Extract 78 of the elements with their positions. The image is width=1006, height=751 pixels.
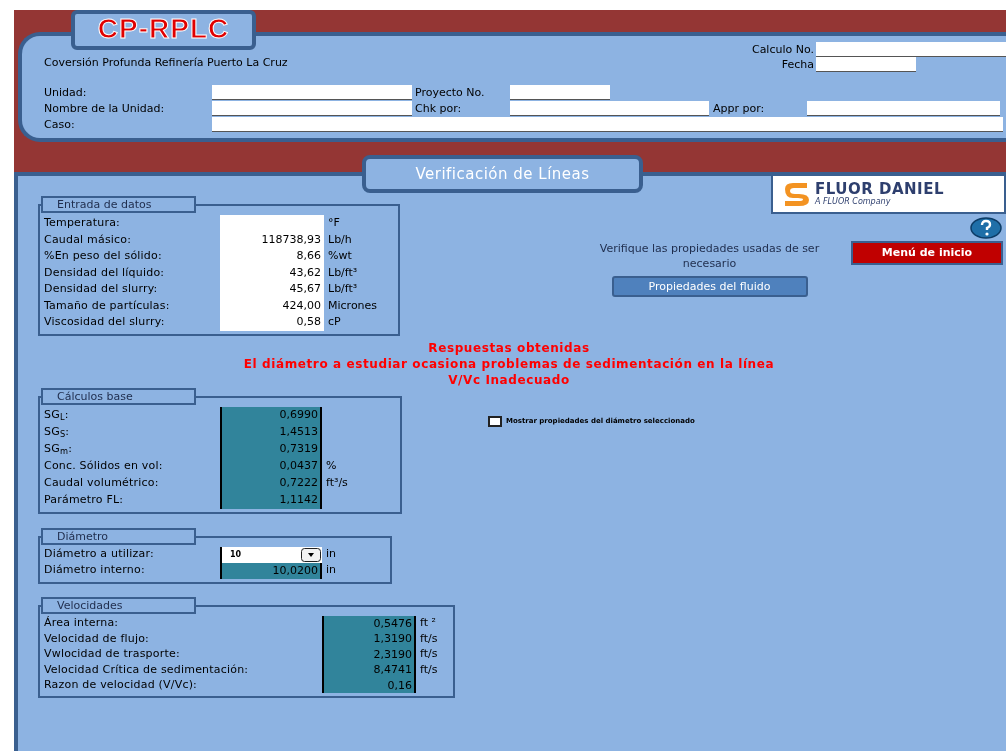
checkbox[interactable] bbox=[488, 415, 502, 427]
unit-label: °F bbox=[328, 215, 340, 231]
input-field[interactable] bbox=[212, 85, 412, 100]
unit-label: Lb/ft³ bbox=[328, 281, 358, 297]
input-field[interactable] bbox=[807, 101, 1000, 116]
logo-name: FLUOR DANIEL bbox=[815, 181, 944, 197]
verify-note: Verifique las propiedades usadas de ser necesario bbox=[598, 241, 821, 271]
field-label: Conc. Sólidos en vol: bbox=[44, 457, 164, 474]
unit-label: Micrones bbox=[328, 297, 378, 314]
field-label: Diámetro a utilizar: bbox=[44, 546, 155, 563]
input-field[interactable] bbox=[212, 117, 1003, 132]
result-message: V/Vc Inadecuado bbox=[448, 371, 570, 388]
fluid-properties-button[interactable]: Propiedades del fluido bbox=[611, 276, 808, 297]
result-message: Respuestas obtenidas bbox=[428, 339, 590, 356]
result-cell: 8,4741 bbox=[322, 662, 416, 678]
field-label: Appr por: bbox=[712, 101, 766, 116]
input-field[interactable]: 45,67 bbox=[220, 281, 324, 298]
input-field[interactable]: 0,58 bbox=[220, 314, 324, 331]
start-menu-button[interactable]: Menú de inicio bbox=[851, 241, 1003, 265]
field-label: SG$_{S}$: bbox=[44, 423, 71, 441]
result-message: El diámetro a estudiar ocasiona problemas de sedimentación en la línea bbox=[243, 355, 775, 372]
field-label: Proyecto No. bbox=[414, 85, 486, 100]
unit-label: ft ² bbox=[420, 615, 436, 631]
field-label: Densidad del líquido: bbox=[44, 264, 166, 281]
section-title: Cálculos base bbox=[41, 387, 196, 405]
field-label: Caudal volumétrico: bbox=[44, 474, 160, 491]
unit-label: Lb/h bbox=[328, 231, 352, 248]
result-cell: 1,3190 bbox=[322, 631, 416, 647]
field-label: Fecha bbox=[781, 57, 814, 72]
unit-label: in bbox=[326, 562, 337, 579]
unit-label: ft/s bbox=[420, 646, 438, 662]
field-label: Razon de velocidad (V/Vc): bbox=[44, 677, 199, 693]
field-label: Unidad: bbox=[44, 85, 88, 100]
unit-label: ft/s bbox=[420, 630, 438, 647]
unit-label: ft/s bbox=[420, 661, 438, 678]
help-icon[interactable] bbox=[970, 217, 1002, 239]
app-title: CP-RPLC bbox=[71, 10, 256, 50]
field-label: Velocidad Crítica de sedimentación: bbox=[44, 661, 250, 678]
dropdown[interactable]: 10 bbox=[220, 546, 322, 563]
caret-icon bbox=[301, 547, 321, 562]
field-label: Tamaño de partículas: bbox=[44, 297, 171, 314]
unit-label: in bbox=[326, 546, 337, 563]
section-title: Entrada de datos bbox=[41, 196, 196, 213]
section-title: Velocidades bbox=[41, 596, 196, 614]
field-label: %En peso del sólido: bbox=[44, 248, 163, 264]
unit-label: Lb/ft³ bbox=[328, 264, 358, 281]
input-field[interactable]: 8,66 bbox=[220, 248, 324, 265]
result-cell: 0,5476 bbox=[322, 615, 416, 631]
company-name: Coversión Profunda Refinería Puerto La Cruz bbox=[44, 54, 288, 71]
field-label: Diámetro interno: bbox=[44, 562, 146, 579]
field-label: Velocidad de flujo: bbox=[44, 630, 150, 647]
field-label: Chk por: bbox=[414, 101, 463, 116]
field-label: Temperatura: bbox=[44, 215, 121, 231]
field-label: Vwlocidad de trasporte: bbox=[44, 646, 181, 662]
unit-label: ft³/s bbox=[326, 474, 348, 491]
field-label: Calculo No. bbox=[751, 42, 814, 57]
field-label: Viscosidad del slurry: bbox=[44, 314, 166, 330]
field-label: Densidad del slurry: bbox=[44, 281, 159, 297]
input-field[interactable] bbox=[510, 85, 610, 100]
logo-tagline: A FLUOR Company bbox=[815, 197, 892, 207]
unit-label: % bbox=[326, 457, 337, 474]
result-cell: 0,6990 bbox=[220, 406, 322, 424]
field-label: Nombre de la Unidad: bbox=[44, 101, 166, 116]
field-label: Caudal másico: bbox=[44, 231, 133, 248]
unit-label: %wt bbox=[328, 248, 352, 264]
input-field[interactable] bbox=[816, 57, 916, 72]
input-field[interactable] bbox=[816, 42, 1006, 57]
input-field[interactable] bbox=[212, 101, 412, 116]
input-field[interactable] bbox=[510, 101, 709, 116]
section-title: Diámetro bbox=[41, 527, 196, 545]
field-label: SG$_{m}$: bbox=[44, 440, 74, 458]
input-field[interactable] bbox=[220, 215, 324, 232]
unit-label: cP bbox=[328, 314, 341, 330]
field-label: Caso: bbox=[44, 117, 76, 132]
page-title: Verificación de Líneas bbox=[362, 155, 643, 193]
field-label: SG$_{L}$: bbox=[44, 406, 70, 424]
field-label: Parámetro FL: bbox=[44, 491, 125, 508]
field-label: Área interna: bbox=[44, 615, 120, 631]
